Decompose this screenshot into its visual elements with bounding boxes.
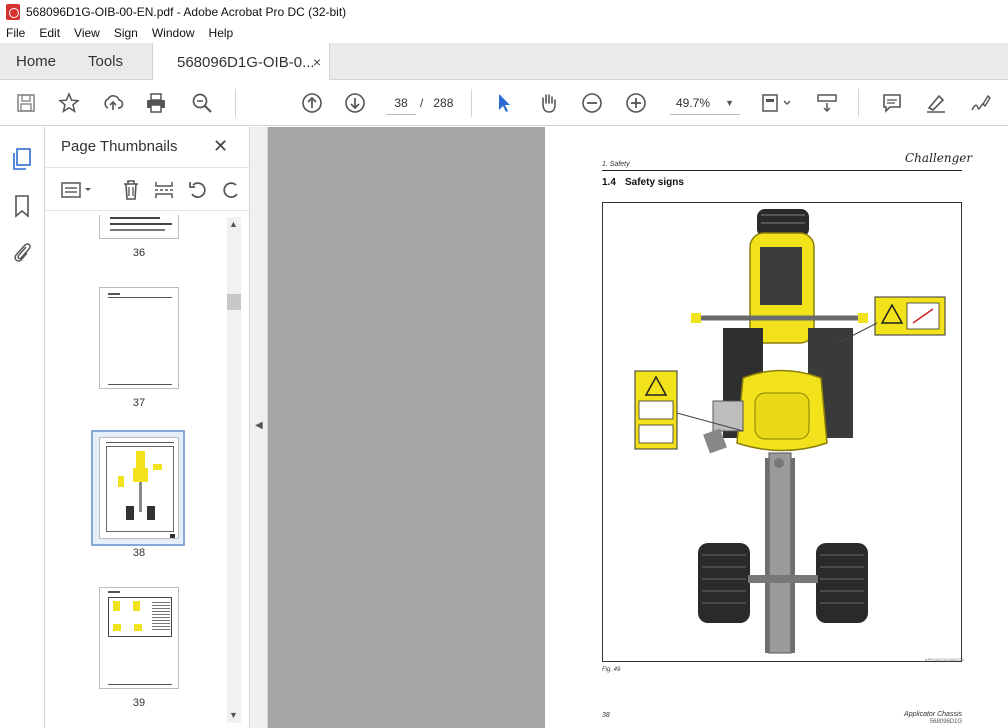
footer-page-number: 38 [602, 712, 610, 719]
zoom-select[interactable]: 49.7% ▼ [670, 91, 740, 115]
select-cursor-icon[interactable] [492, 91, 516, 115]
upload-icon[interactable] [101, 91, 125, 115]
page-thumbnails-panel: Page Thumbnails ✕ ▲ ▼ 36 37 38 39 [45, 127, 250, 728]
thumbnail-label: 36 [132, 247, 146, 259]
page-fit-icon[interactable] [760, 91, 794, 115]
menu-help[interactable]: Help [209, 26, 234, 40]
panel-close-icon[interactable]: ✕ [213, 136, 228, 157]
scroll-mode-icon[interactable] [815, 91, 839, 115]
page-down-icon[interactable] [343, 91, 367, 115]
menu-window[interactable]: Window [152, 26, 195, 40]
menu-sign[interactable]: Sign [114, 26, 138, 40]
page-up-icon[interactable] [300, 91, 324, 115]
rotate-counterclockwise-icon[interactable] [187, 179, 209, 201]
thumbnail-page-39[interactable] [99, 587, 179, 689]
panel-title: Page Thumbnails [61, 138, 178, 155]
tab-document-label: 568096D1G-OIB-0... [177, 53, 315, 71]
print-icon[interactable] [144, 91, 168, 115]
panel-splitter[interactable]: ◀ [250, 127, 268, 728]
attachments-icon[interactable] [11, 240, 33, 264]
tab-tools[interactable]: Tools [88, 43, 123, 80]
section-number: 1.4 [602, 177, 616, 188]
footer-title: Applicator Chassis [904, 711, 962, 718]
hand-tool-icon[interactable] [536, 91, 560, 115]
tab-home[interactable]: Home [16, 43, 56, 80]
zoom-value: 49.7% [676, 96, 711, 110]
menu-edit[interactable]: Edit [39, 26, 60, 40]
scroll-down-icon[interactable]: ▼ [229, 710, 238, 720]
sign-icon[interactable] [968, 91, 992, 115]
scroll-up-icon[interactable]: ▲ [229, 219, 238, 229]
tab-document[interactable]: 568096D1G-OIB-0... × [152, 43, 330, 81]
thumbnail-page-36[interactable] [99, 215, 179, 239]
chevron-down-icon: ▼ [725, 98, 734, 108]
toolbar-separator [235, 89, 236, 117]
chapter-header: 1. Safety [602, 161, 630, 168]
page-number-input[interactable]: 38 [386, 91, 416, 115]
zoom-search-icon[interactable] [190, 91, 214, 115]
comment-icon[interactable] [880, 91, 904, 115]
thumbnail-label: 39 [132, 697, 146, 709]
thumbnail-scrollbar[interactable] [227, 217, 241, 723]
thumbnail-page-37[interactable] [99, 287, 179, 389]
extract-pages-icon[interactable] [153, 179, 175, 201]
page-total-count: 288 [433, 96, 454, 110]
highlight-icon[interactable] [924, 91, 948, 115]
zoom-in-icon[interactable] [624, 91, 648, 115]
title-bar: 568096D1G-OIB-00-EN.pdf - Adobe Acrobat … [0, 0, 1008, 23]
save-icon[interactable] [14, 91, 38, 115]
menu-bar: File Edit View Sign Window Help [0, 23, 1008, 43]
page-separator: / [420, 96, 424, 110]
figure-caption: Fig. 49 [602, 667, 621, 673]
tab-close-icon[interactable]: × [313, 54, 321, 70]
collapse-panel-icon[interactable]: ◀ [255, 420, 263, 431]
thumbnail-toolbar [45, 167, 250, 211]
menu-view[interactable]: View [74, 26, 100, 40]
toolbar [0, 80, 1008, 126]
figure-id: APEUA019405M2009 [925, 657, 965, 662]
machine-illustration [634, 209, 946, 654]
thumbnail-options-icon[interactable] [61, 179, 95, 201]
navigation-rail [0, 127, 45, 728]
tab-bar: Home Tools 568096D1G-OIB-0... × [0, 43, 1008, 81]
thumbnail-label: 37 [132, 397, 146, 409]
thumbnail-scrollbar-thumb[interactable] [227, 294, 241, 310]
figure-frame [602, 202, 962, 662]
acrobat-logo-icon [6, 3, 20, 20]
document-page: 1. Safety Challenger 1.4 Safety signs AP… [545, 127, 1008, 728]
footer-code: 568096D1G [929, 719, 962, 725]
page-total: / 288 [420, 96, 453, 110]
window-title: 568096D1G-OIB-00-EN.pdf - Adobe Acrobat … [26, 4, 347, 19]
delete-page-icon[interactable] [120, 179, 142, 201]
page-thumbnails-icon[interactable] [11, 147, 33, 171]
toolbar-separator [858, 89, 859, 117]
brand-logo: Challenger [905, 151, 973, 165]
section-title: Safety signs [625, 177, 684, 188]
menu-file[interactable]: File [6, 26, 25, 40]
header-rule [602, 170, 962, 171]
bookmark-star-icon[interactable] [57, 91, 81, 115]
toolbar-separator [471, 89, 472, 117]
thumbnail-label: 38 [132, 547, 146, 559]
thumbnail-page-38[interactable] [99, 437, 179, 539]
rotate-clockwise-icon[interactable] [220, 179, 242, 201]
zoom-out-icon[interactable] [580, 91, 604, 115]
bookmarks-icon[interactable] [11, 194, 33, 218]
